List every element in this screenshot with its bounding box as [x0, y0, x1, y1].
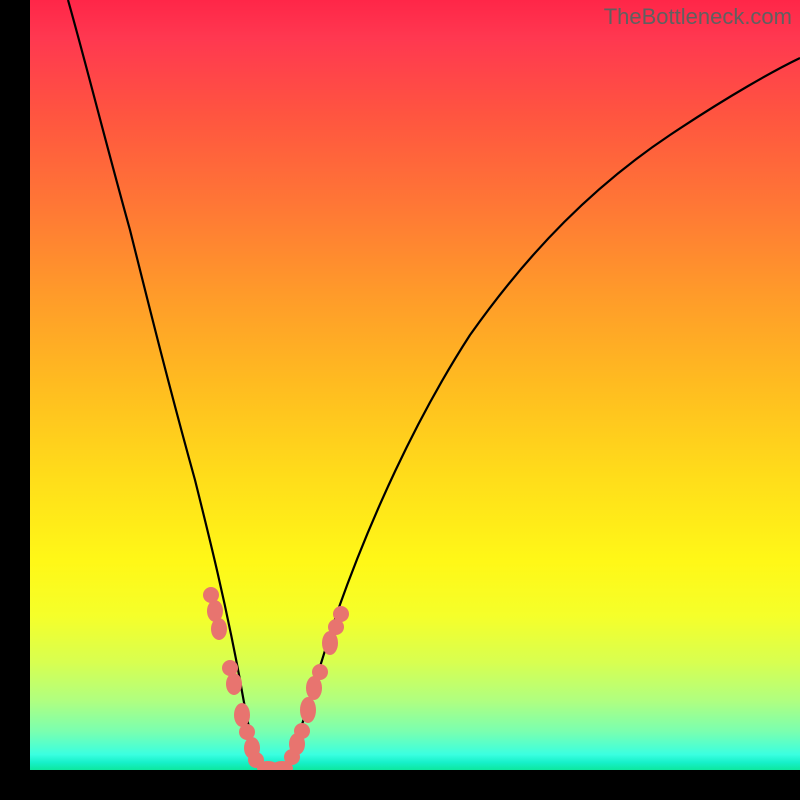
watermark-text: TheBottleneck.com — [604, 4, 792, 30]
data-points-right-branch — [284, 606, 349, 765]
bottleneck-curve — [68, 0, 800, 770]
chart-svg — [30, 0, 800, 770]
data-point — [300, 697, 316, 723]
data-point — [234, 703, 250, 727]
data-point — [226, 673, 242, 695]
data-point — [211, 618, 227, 640]
data-point — [294, 723, 310, 739]
data-point — [312, 664, 328, 680]
chart-gradient-area — [30, 0, 800, 770]
data-points-left-branch — [203, 587, 264, 768]
data-point — [333, 606, 349, 622]
